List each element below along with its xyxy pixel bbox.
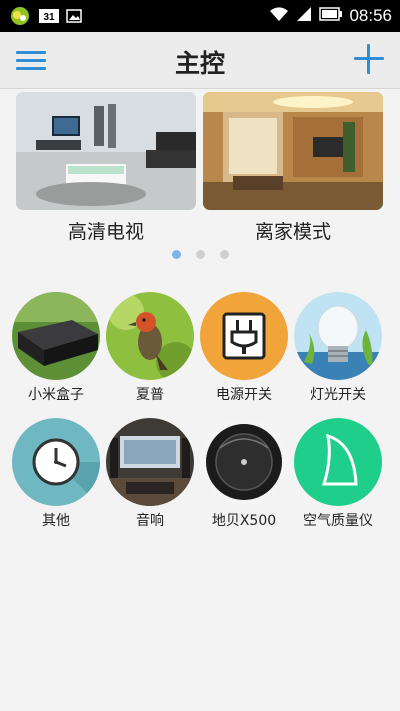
carousel-dot[interactable] [219,250,229,259]
status-bar-notifications: 31 [8,6,82,30]
mi-box-icon [12,292,100,380]
carousel-dot[interactable] [195,250,205,259]
wifi-icon [269,5,289,27]
image-notification-icon [66,8,82,28]
svg-text:31: 31 [43,12,55,23]
device-mi-box[interactable]: 小米盒子 [10,292,102,404]
device-label: 其他 [42,513,70,529]
status-time: 08:56 [349,6,392,25]
app-bar: 主控 [0,32,400,89]
device-label: 电源开关 [216,387,272,403]
device-label: 音响 [136,513,164,529]
home-theater-icon [106,418,194,506]
device-sharp[interactable]: 夏普 [104,292,196,404]
device-light-switch[interactable]: 灯光开关 [292,292,384,404]
device-speaker[interactable]: 音响 [104,418,196,530]
calendar-icon: 31 [38,7,60,29]
clock-icon [12,418,100,506]
device-label: 空气质量仪 [303,513,373,529]
device-other[interactable]: 其他 [10,418,102,530]
home-interior-image [203,92,383,210]
power-plug-icon [200,292,288,380]
app-notification-icon [8,6,32,30]
light-bulb-icon [294,292,382,380]
robot-vacuum-icon [200,418,288,506]
add-icon[interactable] [354,44,384,74]
carousel-indicator [0,250,400,259]
device-label: 灯光开关 [310,387,366,403]
scene-label: 高清电视 [67,221,144,243]
signal-icon [295,5,313,27]
page-title: 主控 [174,49,225,78]
living-room-tv-image [16,92,196,210]
scene-card-away-mode[interactable]: 离家模式 [203,92,383,244]
battery-icon [319,6,343,26]
device-air-quality-monitor[interactable]: 空气质量仪 [292,418,384,530]
device-power-switch[interactable]: 电源开关 [198,292,290,404]
device-label: 地贝X500 [211,513,277,529]
scene-card-hd-tv[interactable]: 高清电视 [16,92,196,244]
status-bar: 31 08:56 [0,0,400,32]
carousel-dot-active[interactable] [171,250,181,259]
air-quality-monitor-icon [294,418,382,506]
bird-photo-icon [106,292,194,380]
device-label: 小米盒子 [28,387,84,403]
scene-label: 离家模式 [254,221,331,243]
status-bar-system: 08:56 [269,5,392,27]
device-robot-vacuum[interactable]: 地贝X500 [198,418,290,530]
device-label: 夏普 [136,387,164,403]
